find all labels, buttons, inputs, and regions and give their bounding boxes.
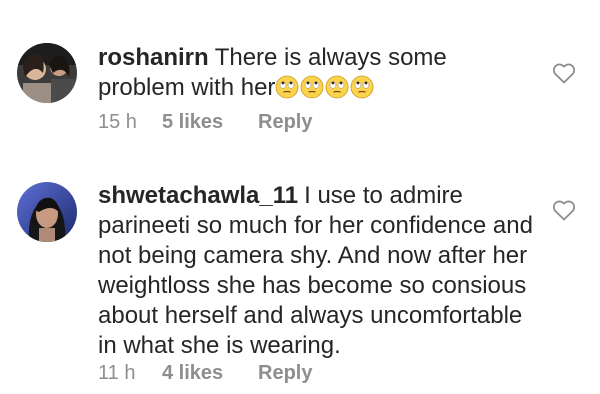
- face-with-rolling-eyes-icon: [351, 75, 374, 99]
- comment-text-block: shwetachawla_11 I use to admire parineeti…: [98, 181, 538, 361]
- comment-likes-count[interactable]: 5 likes: [162, 111, 258, 134]
- heart-icon[interactable]: [552, 62, 576, 84]
- avatar[interactable]: [17, 43, 77, 103]
- avatar[interactable]: [17, 182, 77, 242]
- comment-likes-count[interactable]: 4 likes: [162, 362, 258, 385]
- comment-username[interactable]: shwetachawla_11: [98, 182, 298, 209]
- reply-button[interactable]: Reply: [258, 362, 312, 385]
- emoji-group: [275, 75, 375, 107]
- comment-text-block: roshanirn There is always some problem wi…: [98, 43, 538, 107]
- comment-timestamp: 15 h: [98, 111, 137, 133]
- reply-button[interactable]: Reply: [258, 111, 312, 134]
- comment-username[interactable]: roshanirn: [98, 44, 209, 71]
- avatar-image: [17, 182, 77, 242]
- comment-meta: 11 h 4 likes Reply: [98, 362, 312, 385]
- face-with-rolling-eyes-icon: [326, 75, 349, 99]
- face-with-rolling-eyes-icon: [301, 75, 324, 99]
- heart-icon[interactable]: [552, 199, 576, 221]
- avatar-image: [17, 43, 77, 103]
- comment-timestamp: 11 h: [98, 362, 136, 384]
- comment-meta: 15 h 5 likes Reply: [98, 111, 312, 134]
- face-with-rolling-eyes-icon: [276, 75, 299, 99]
